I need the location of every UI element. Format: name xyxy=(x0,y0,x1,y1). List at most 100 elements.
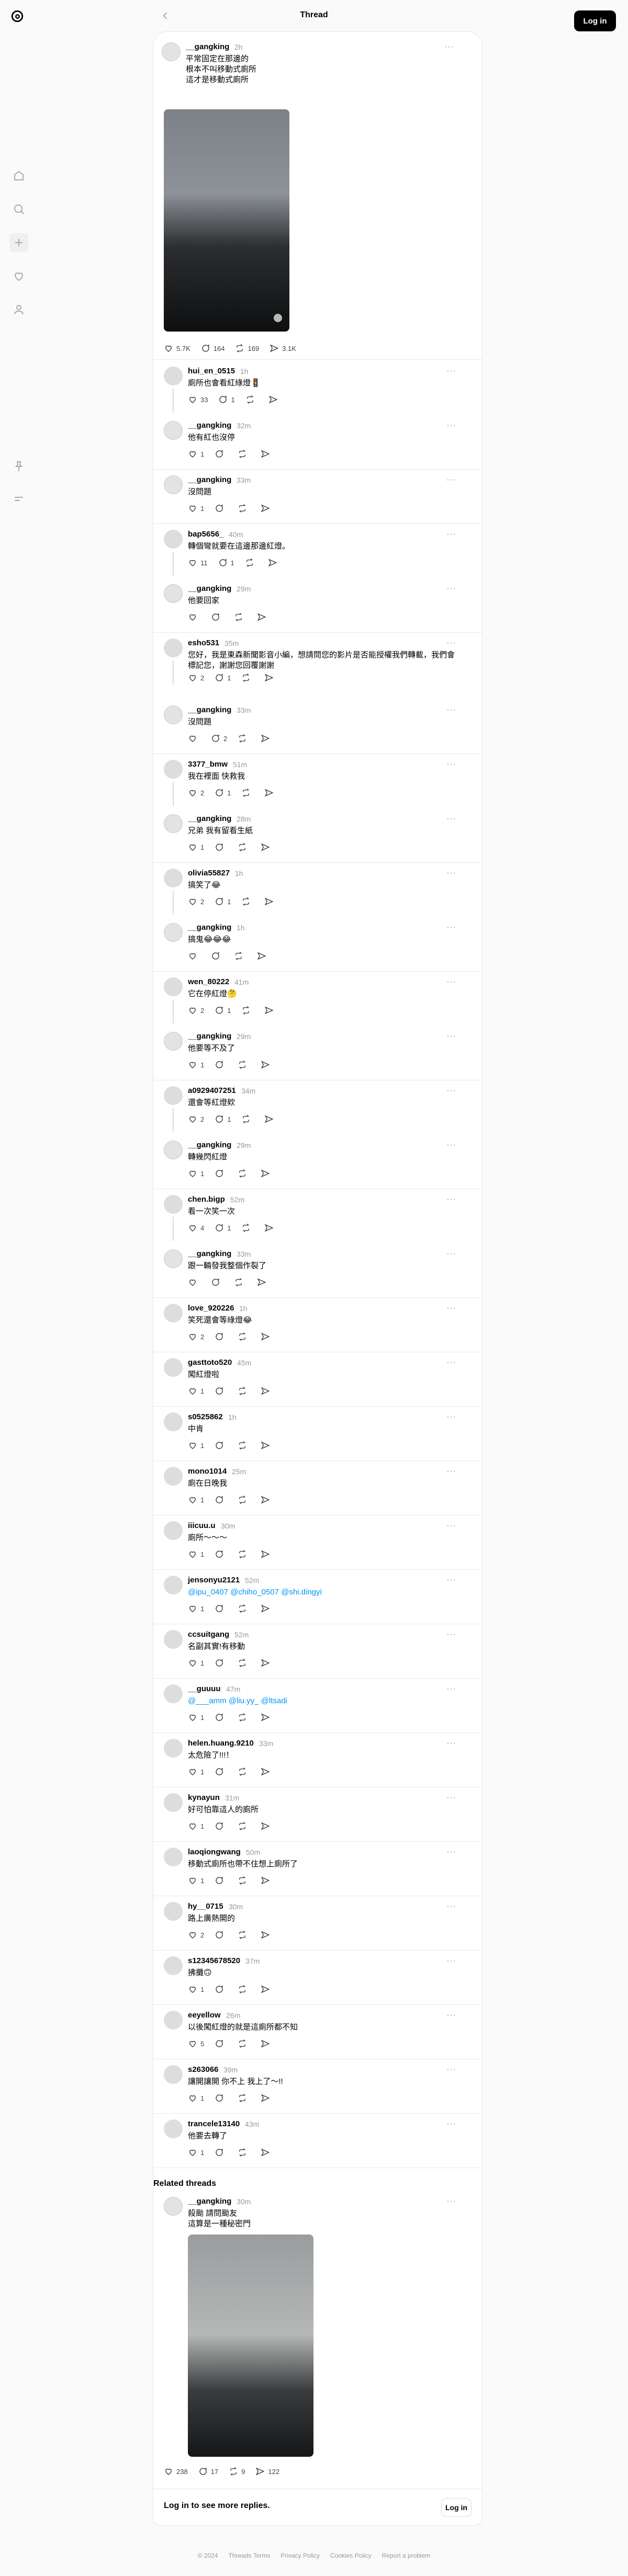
share-button[interactable] xyxy=(261,449,273,459)
repost-button[interactable] xyxy=(241,897,254,906)
avatar[interactable] xyxy=(164,2197,183,2216)
username[interactable]: mono1014 xyxy=(188,1467,227,1476)
repost-button[interactable] xyxy=(234,1278,246,1287)
avatar[interactable] xyxy=(164,1848,183,1866)
comment-button[interactable] xyxy=(215,1876,227,1885)
username[interactable]: __gangking xyxy=(186,42,229,51)
share-button[interactable] xyxy=(261,1713,273,1722)
username[interactable]: 3377_bmw xyxy=(188,760,228,769)
share-button[interactable] xyxy=(261,2148,273,2157)
more-options-button[interactable]: ··· xyxy=(446,2065,456,2075)
more-options-button[interactable]: ··· xyxy=(446,760,456,769)
avatar[interactable] xyxy=(164,1032,183,1051)
username[interactable]: hy__0715 xyxy=(188,1902,223,1911)
share-button[interactable] xyxy=(261,1604,273,1613)
like-button[interactable]: 2 xyxy=(188,788,204,797)
nav-create[interactable] xyxy=(9,233,28,252)
more-options-button[interactable]: ··· xyxy=(446,1249,456,1259)
comment-button[interactable] xyxy=(215,1767,227,1776)
like-button[interactable] xyxy=(188,1278,200,1287)
avatar[interactable] xyxy=(164,1086,183,1105)
back-arrow-icon[interactable] xyxy=(160,10,171,21)
username[interactable]: esho531 xyxy=(188,639,219,647)
repost-button[interactable] xyxy=(238,1169,250,1178)
comment-button[interactable]: 1 xyxy=(218,558,234,567)
more-options-button[interactable]: ··· xyxy=(446,1521,456,1531)
repost-button[interactable] xyxy=(238,2039,250,2048)
comment-button[interactable] xyxy=(215,1495,227,1504)
more-options-button[interactable]: ··· xyxy=(446,1630,456,1639)
repost-button[interactable] xyxy=(238,2093,250,2103)
repost-button[interactable]: 169 xyxy=(235,344,259,353)
more-options-button[interactable]: ··· xyxy=(446,1848,456,1857)
comment-button[interactable] xyxy=(215,842,227,852)
footer-cookies-link[interactable]: Cookies Policy xyxy=(330,2552,372,2559)
like-button[interactable]: 2 xyxy=(188,1006,204,1015)
comment-button[interactable] xyxy=(215,2148,227,2157)
repost-button[interactable] xyxy=(238,1713,250,1722)
repost-button[interactable] xyxy=(241,1114,254,1124)
repost-button[interactable] xyxy=(238,1332,250,1341)
comment-button[interactable] xyxy=(215,1060,227,1069)
more-options-button[interactable]: ··· xyxy=(446,1956,456,1966)
like-button[interactable]: 5 xyxy=(188,2039,204,2048)
repost-button[interactable] xyxy=(238,504,250,513)
like-button[interactable]: 11 xyxy=(188,558,208,567)
username[interactable]: laoqiongwang xyxy=(188,1848,241,1856)
avatar[interactable] xyxy=(164,2011,183,2030)
share-button[interactable] xyxy=(264,897,277,906)
comment-button[interactable] xyxy=(215,1821,227,1831)
avatar[interactable] xyxy=(164,530,183,549)
username[interactable]: jensonyu2121 xyxy=(188,1576,240,1585)
comment-button[interactable]: 2 xyxy=(211,734,227,743)
username[interactable]: gasttoto520 xyxy=(188,1358,232,1367)
share-button[interactable] xyxy=(261,1549,273,1559)
repost-button[interactable] xyxy=(241,788,254,797)
comment-button[interactable] xyxy=(215,504,227,513)
comment-button[interactable] xyxy=(215,2039,227,2048)
more-options-button[interactable]: ··· xyxy=(446,421,456,430)
like-button[interactable]: 1 xyxy=(188,1767,204,1776)
footer-report-link[interactable]: Report a problem xyxy=(382,2552,431,2559)
username[interactable]: __gangking xyxy=(188,584,231,593)
repost-button[interactable] xyxy=(238,1876,250,1885)
footer-terms-link[interactable]: Threads Terms xyxy=(228,2552,270,2559)
more-options-button[interactable]: ··· xyxy=(446,1467,456,1476)
share-button[interactable]: 3.1K xyxy=(270,344,296,353)
comment-button[interactable] xyxy=(215,1930,227,1940)
more-options-button[interactable]: ··· xyxy=(446,2011,456,2020)
share-button[interactable] xyxy=(261,1821,273,1831)
repost-button[interactable] xyxy=(241,673,254,682)
username[interactable]: s263066 xyxy=(188,2065,218,2074)
avatar[interactable] xyxy=(164,923,183,942)
username[interactable]: __gangking xyxy=(188,1141,231,1149)
avatar[interactable] xyxy=(164,869,183,887)
nav-activity[interactable] xyxy=(9,267,28,286)
avatar[interactable] xyxy=(164,639,183,657)
like-button[interactable]: 1 xyxy=(188,1549,204,1559)
avatar[interactable] xyxy=(164,2065,183,2084)
share-button[interactable] xyxy=(257,1278,270,1287)
username[interactable]: eeyellow xyxy=(188,2011,221,2020)
like-button[interactable]: 5.7K xyxy=(164,344,190,353)
avatar[interactable] xyxy=(164,584,183,603)
like-button[interactable]: 1 xyxy=(188,1821,204,1831)
more-options-button[interactable]: ··· xyxy=(446,1086,456,1096)
avatar[interactable] xyxy=(164,1358,183,1377)
avatar[interactable] xyxy=(164,1576,183,1594)
more-options-button[interactable]: ··· xyxy=(446,869,456,878)
username[interactable]: helen.huang.9210 xyxy=(188,1739,254,1748)
share-button[interactable] xyxy=(261,1658,273,1668)
comment-button[interactable] xyxy=(215,1386,227,1396)
more-options-button[interactable]: ··· xyxy=(446,1195,456,1204)
avatar[interactable] xyxy=(164,1304,183,1323)
like-button[interactable]: 1 xyxy=(188,1495,204,1504)
like-button[interactable]: 1 xyxy=(188,2148,204,2157)
share-button[interactable]: 122 xyxy=(255,2467,279,2476)
more-options-button[interactable]: ··· xyxy=(446,2119,456,2129)
more-options-button[interactable]: ··· xyxy=(446,1358,456,1367)
username[interactable]: iiicuu.u xyxy=(188,1521,216,1530)
more-options-button[interactable]: ··· xyxy=(446,705,456,715)
comment-button[interactable]: 1 xyxy=(215,1006,231,1015)
like-button[interactable]: 1 xyxy=(188,1060,204,1069)
